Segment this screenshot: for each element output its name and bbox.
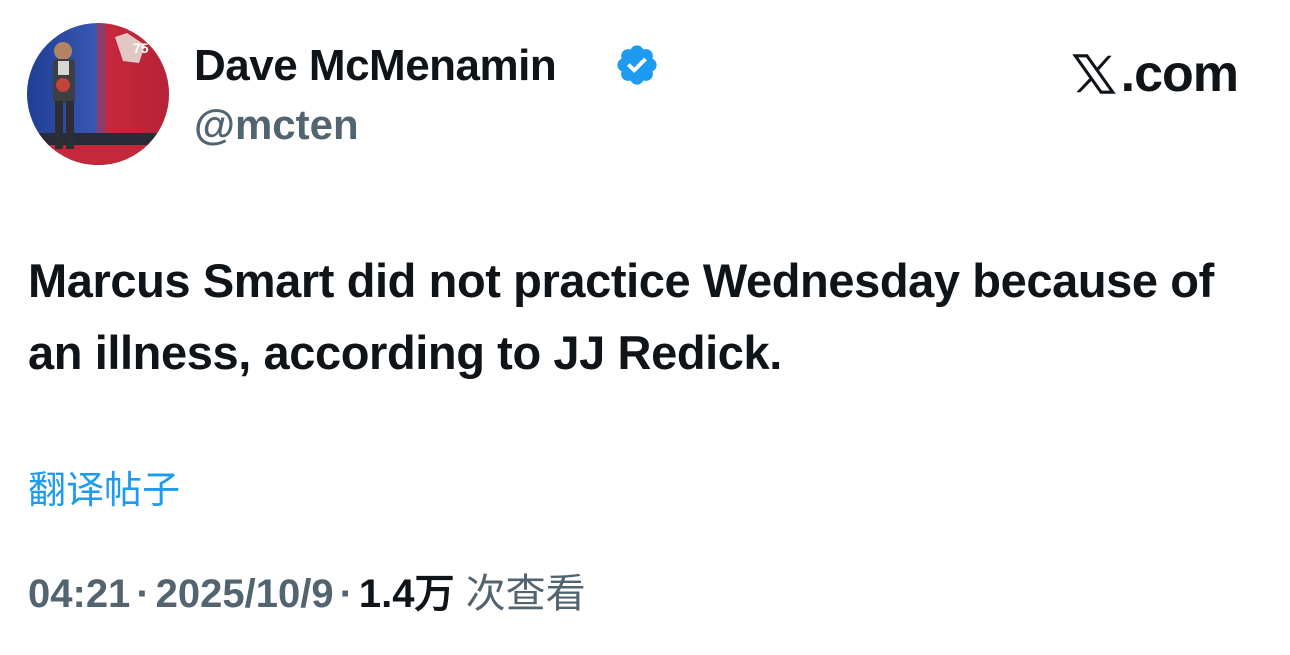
handle[interactable]: @mcten <box>194 100 359 150</box>
avatar[interactable]: 75 <box>27 23 169 165</box>
meta-separator: · <box>136 572 150 616</box>
x-logo-icon <box>1071 54 1116 94</box>
views-label: 次查看 <box>465 572 586 616</box>
meta-separator: · <box>339 572 353 616</box>
tweet-meta: 04:21 · 2025/10/9 · 1.4万 次查看 <box>28 566 586 622</box>
tweet-time[interactable]: 04:21 <box>28 572 130 616</box>
x-logo-domain: .com <box>1120 45 1239 103</box>
tweet-date[interactable]: 2025/10/9 <box>156 572 334 616</box>
verified-badge-icon <box>617 45 657 85</box>
views-count: 1.4万 <box>358 572 455 616</box>
avatar-image: 75 <box>27 23 169 165</box>
x-logo: .com <box>1071 44 1239 104</box>
tweet-text: Marcus Smart did not practice Wednesday … <box>28 254 1214 379</box>
display-name[interactable]: Dave McMenamin <box>194 40 557 92</box>
translate-post-link[interactable]: 翻译帖子 <box>28 466 180 516</box>
svg-text:75: 75 <box>133 40 149 56</box>
